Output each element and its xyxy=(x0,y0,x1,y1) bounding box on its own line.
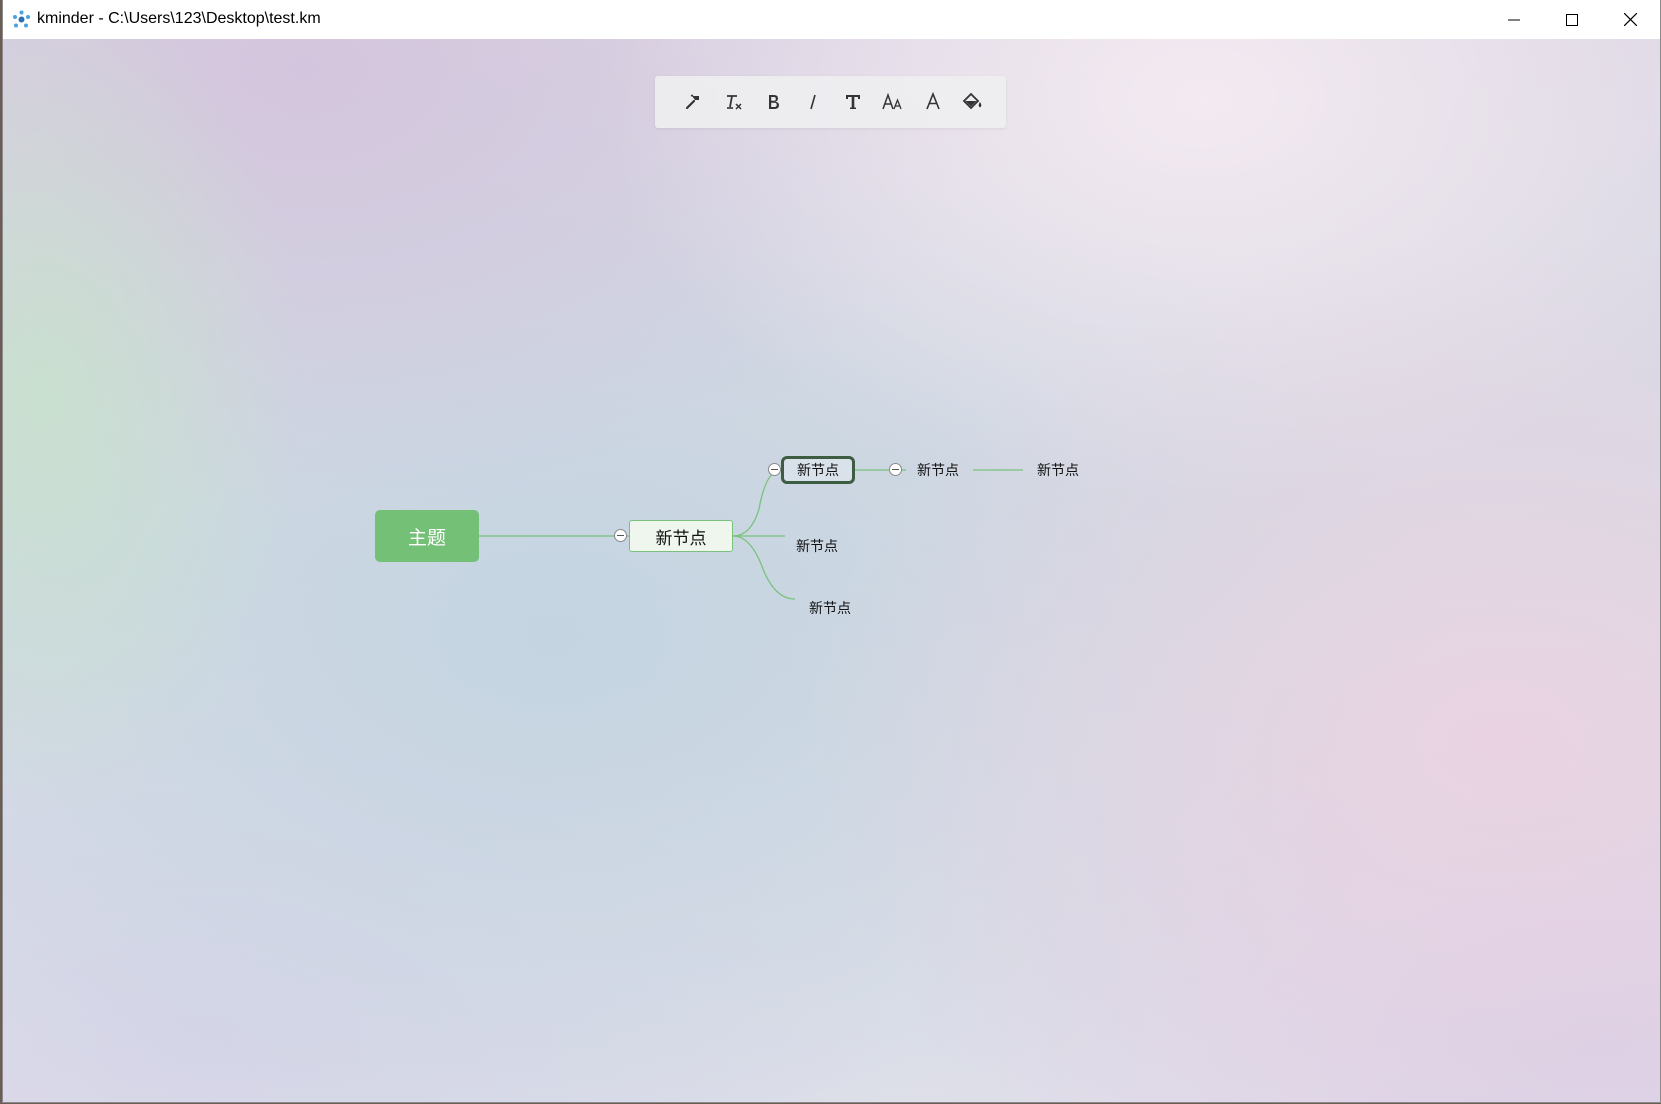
app-window: kminder - C:\Users\123\Desktop\test.km 主… xyxy=(3,0,1660,1102)
minimize-button[interactable] xyxy=(1485,0,1543,39)
mindmap-node-great-grandchild[interactable]: 新节点 xyxy=(1026,457,1090,483)
mindmap-node-level1[interactable]: 新节点 xyxy=(629,520,733,552)
kminder-logo-icon xyxy=(12,10,31,29)
mindmap-node-third[interactable]: 新节点 xyxy=(798,595,862,621)
maximize-button[interactable] xyxy=(1543,0,1601,39)
collapse-toggle-selected[interactable] xyxy=(768,463,781,476)
mindmap-node-grandchild[interactable]: 新节点 xyxy=(906,457,970,483)
collapse-toggle-l1[interactable] xyxy=(614,529,627,542)
close-icon xyxy=(1623,13,1637,26)
window-title: kminder - C:\Users\123\Desktop\test.km xyxy=(37,10,321,27)
maximize-icon xyxy=(1566,13,1578,26)
minimize-icon xyxy=(1508,14,1520,26)
collapse-toggle-grandchild[interactable] xyxy=(889,463,902,476)
mindmap-root-node[interactable]: 主题 xyxy=(375,510,479,562)
mindmap-links xyxy=(479,469,1023,600)
mindmap-canvas[interactable]: 主题 新节点 新节点 新节点 新节点 新节点 新节点 xyxy=(3,39,1660,1102)
title-bar[interactable]: kminder - C:\Users\123\Desktop\test.km xyxy=(3,0,1660,39)
link-l1-to-selected xyxy=(732,469,782,537)
mindmap-node-selected[interactable]: 新节点 xyxy=(781,456,855,484)
mindmap-node-second[interactable]: 新节点 xyxy=(785,533,849,559)
close-button[interactable] xyxy=(1601,0,1659,39)
